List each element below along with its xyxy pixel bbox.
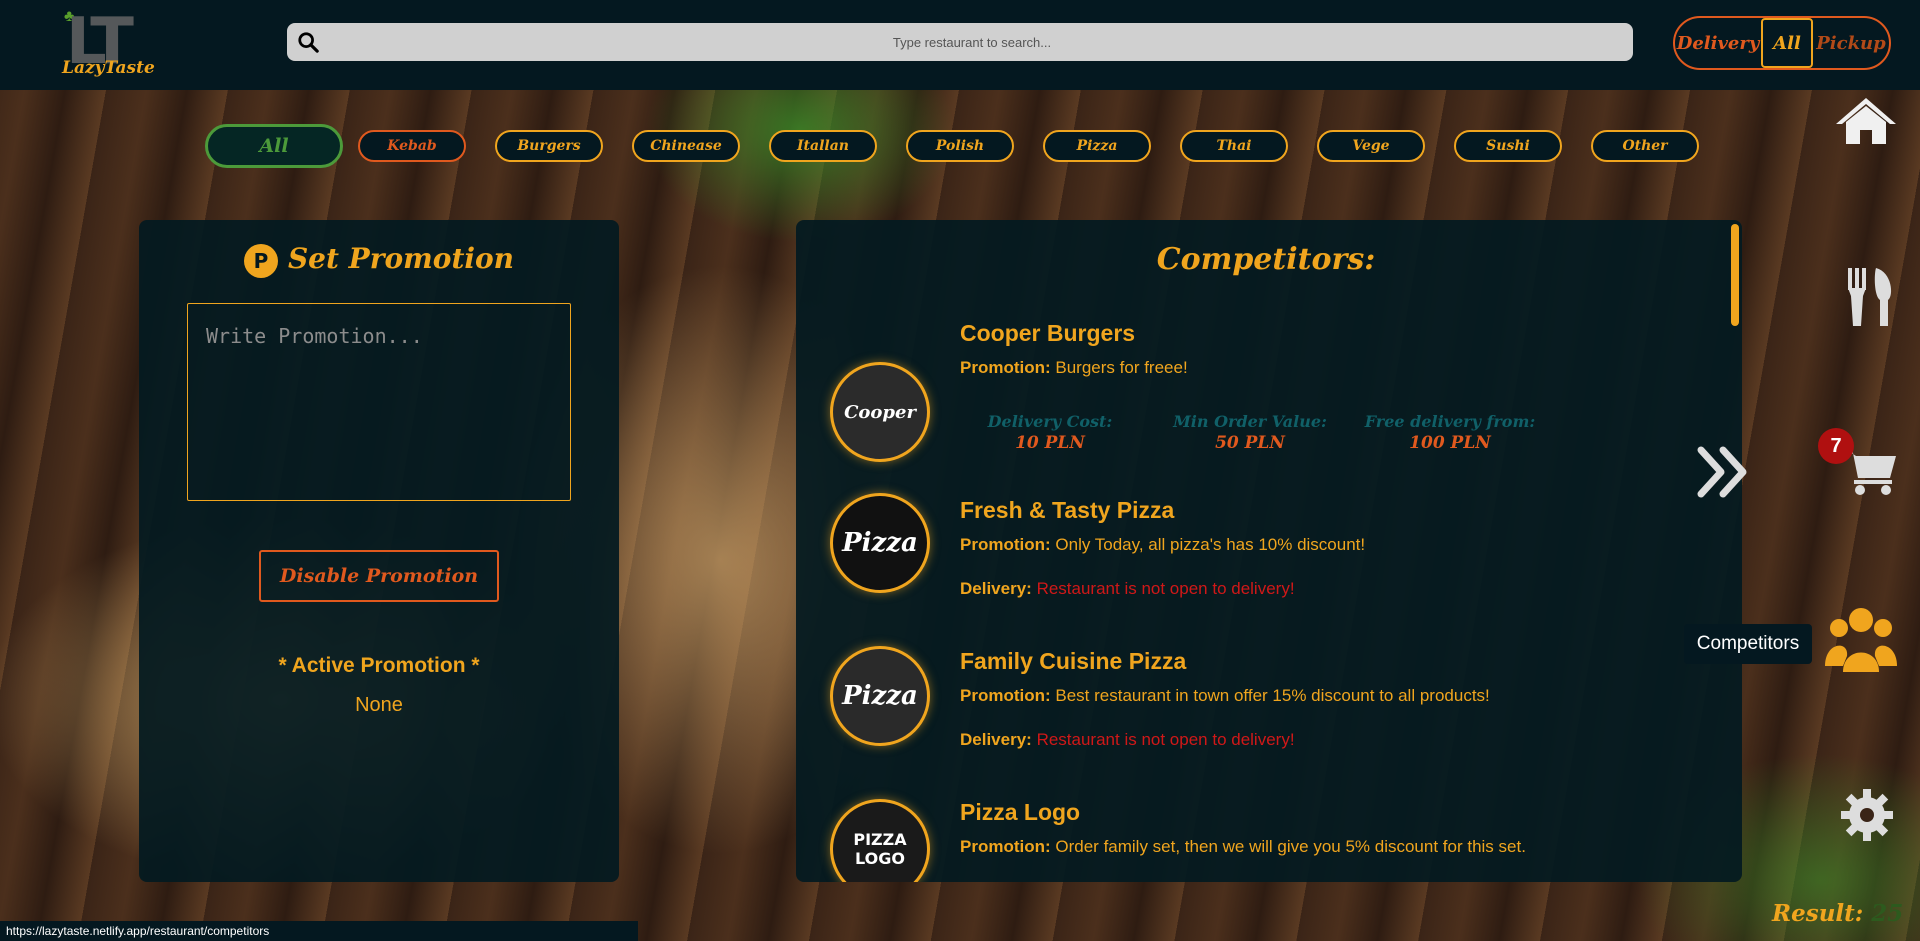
promotion-label: Promotion: xyxy=(960,358,1051,377)
cart-count-badge: 7 xyxy=(1818,428,1854,464)
promotion-label: Promotion: xyxy=(960,686,1051,705)
logo-text: LazyTaste xyxy=(62,58,155,78)
search-icon[interactable] xyxy=(297,31,319,53)
competitor-logo: Pizza xyxy=(830,646,930,746)
category-pizza[interactable]: Pizza xyxy=(1043,130,1151,162)
competitors-icon[interactable] xyxy=(1825,606,1897,674)
delivery-status: Restaurant is not open to delivery! xyxy=(1036,579,1295,598)
result-label: Result: xyxy=(1772,900,1864,927)
free-delivery-stat: Free delivery from: 100 PLN xyxy=(1360,412,1540,453)
delivery-mode-toggle: Delivery All Pickup xyxy=(1673,16,1891,70)
mode-pickup-button[interactable]: Pickup xyxy=(1813,18,1889,68)
double-chevron-right-icon[interactable] xyxy=(1695,442,1751,502)
competitor-logo: Cooper xyxy=(830,362,930,462)
competitor-delivery: Delivery: Restaurant is not open to deli… xyxy=(960,579,1295,599)
promotion-text: Burgers for freee! xyxy=(1055,358,1188,377)
search-input[interactable] xyxy=(327,23,1617,61)
search-bar xyxy=(287,23,1633,61)
category-all[interactable]: All xyxy=(205,124,343,168)
competitor-promotion: Promotion: Order family set, then we wil… xyxy=(960,837,1526,857)
category-kebab[interactable]: Kebab xyxy=(358,130,466,162)
delivery-label: Delivery: xyxy=(960,730,1032,749)
competitor-logo-text: Pizza xyxy=(842,528,918,558)
category-chinease[interactable]: Chinease xyxy=(632,130,740,162)
promotion-text: Best restaurant in town offer 15% discou… xyxy=(1055,686,1490,705)
competitor-promotion: Promotion: Burgers for freee! xyxy=(960,358,1188,378)
competitors-tooltip: Competitors xyxy=(1684,624,1812,664)
category-burgers[interactable]: Burgers xyxy=(495,130,603,162)
set-promotion-panel: P Set Promotion Disable Promotion * Activ… xyxy=(139,220,619,882)
disable-promotion-button[interactable]: Disable Promotion xyxy=(259,550,499,602)
competitor-logo: Pizza xyxy=(830,493,930,593)
category-sushi[interactable]: Sushi xyxy=(1454,130,1562,162)
competitor-name: Pizza Logo xyxy=(960,799,1081,825)
mode-delivery-button[interactable]: Delivery xyxy=(1675,18,1761,68)
promotion-title-text: Set Promotion xyxy=(287,242,515,275)
top-bar: ♣ LT LazyTaste Delivery All Pickup xyxy=(0,0,1920,90)
promotion-icon: P xyxy=(243,243,278,278)
result-count: Result: 25 xyxy=(1772,900,1903,927)
promotion-title: P Set Promotion xyxy=(139,242,619,278)
promotion-textarea[interactable] xyxy=(187,303,571,501)
category-itallan[interactable]: Itallan xyxy=(769,130,877,162)
scrollbar-thumb[interactable] xyxy=(1731,224,1739,326)
competitor-name: Cooper Burgers xyxy=(960,320,1136,346)
competitor-logo-text: PIZZA LOGO xyxy=(853,830,907,868)
competitor-logo-text: Pizza xyxy=(842,681,918,711)
delivery-cost-stat: Delivery Cost: 10 PLN xyxy=(960,412,1140,453)
stat-value: 10 PLN xyxy=(1015,433,1085,453)
stat-label: Min Order Value: xyxy=(1173,412,1327,431)
home-icon[interactable] xyxy=(1834,96,1898,146)
stat-value: 50 PLN xyxy=(1215,433,1285,453)
gear-icon[interactable] xyxy=(1840,788,1894,842)
competitor-name: Fresh & Tasty Pizza xyxy=(960,497,1175,523)
restaurant-icon[interactable] xyxy=(1844,266,1896,328)
competitor-name: Family Cuisine Pizza xyxy=(960,648,1187,674)
logo[interactable]: ♣ LT LazyTaste xyxy=(60,8,170,80)
active-promotion-label: * Active Promotion * xyxy=(278,654,480,677)
competitor-promotion: Promotion: Only Today, all pizza's has 1… xyxy=(960,535,1365,555)
stat-label: Free delivery from: xyxy=(1364,412,1536,431)
competitor-promotion: Promotion: Best restaurant in town offer… xyxy=(960,686,1490,706)
category-vege[interactable]: Vege xyxy=(1317,130,1425,162)
promotion-label: Promotion: xyxy=(960,535,1051,554)
competitors-panel: Competitors: Cooper Cooper Burgers Promo… xyxy=(796,220,1742,882)
category-thai[interactable]: Thai xyxy=(1180,130,1288,162)
min-order-stat: Min Order Value: 50 PLN xyxy=(1160,412,1340,453)
result-value: 25 xyxy=(1871,900,1904,927)
competitors-title: Competitors: xyxy=(1156,242,1376,277)
competitor-logo: PIZZA LOGO xyxy=(830,799,930,882)
category-other[interactable]: Other xyxy=(1591,130,1699,162)
mode-all-button[interactable]: All xyxy=(1761,18,1813,68)
stat-label: Delivery Cost: xyxy=(987,412,1113,431)
active-promotion-value: None xyxy=(355,694,403,716)
category-polish[interactable]: Polish xyxy=(906,130,1014,162)
status-bar-url: https://lazytaste.netlify.app/restaurant… xyxy=(0,921,638,941)
competitor-logo-text: Cooper xyxy=(844,401,916,423)
promotion-label: Promotion: xyxy=(960,837,1051,856)
competitor-delivery: Delivery: Restaurant is not open to deli… xyxy=(960,730,1295,750)
delivery-status: Restaurant is not open to delivery! xyxy=(1036,730,1295,749)
delivery-label: Delivery: xyxy=(960,579,1032,598)
stat-value: 100 PLN xyxy=(1409,433,1491,453)
promotion-text: Only Today, all pizza's has 10% discount… xyxy=(1055,535,1366,554)
promotion-text: Order family set, then we will give you … xyxy=(1055,837,1526,856)
